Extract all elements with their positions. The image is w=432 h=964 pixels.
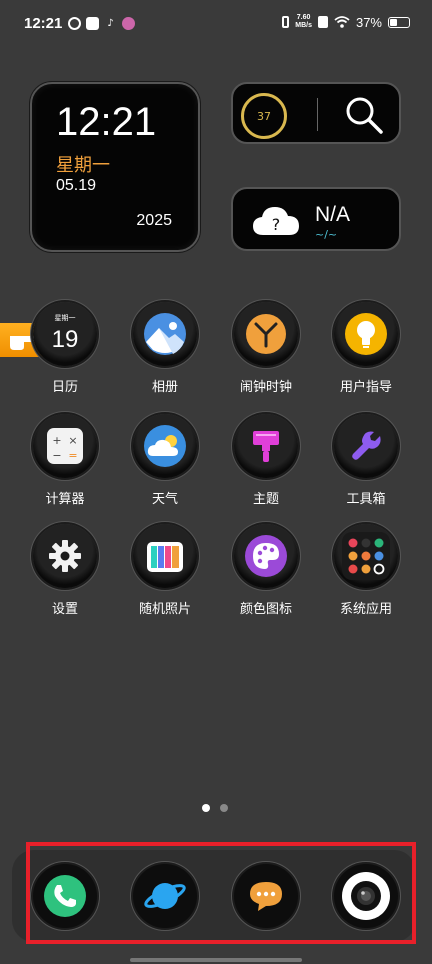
app-label: 计算器 bbox=[45, 492, 85, 507]
svg-text:×: × bbox=[68, 434, 77, 447]
store-icon bbox=[86, 17, 99, 30]
clock-widget[interactable]: 12:21 星期一 05.19 2025 bbox=[30, 82, 200, 252]
svg-text:=: = bbox=[68, 449, 77, 462]
app-settings[interactable]: 设置 bbox=[15, 524, 115, 617]
app-color-icons[interactable]: 颜色图标 bbox=[216, 524, 316, 617]
app-toolbox[interactable]: 工具箱 bbox=[316, 414, 416, 507]
gallery-icon bbox=[133, 302, 197, 366]
app-system-folder[interactable]: 系统应用 bbox=[316, 524, 416, 617]
battery-icon bbox=[388, 16, 410, 28]
app-calculator[interactable]: + × − = 计算器 bbox=[15, 414, 115, 507]
app-label: 设置 bbox=[51, 602, 78, 617]
divider bbox=[317, 98, 318, 131]
page-dot-1[interactable] bbox=[202, 804, 210, 812]
home-indicator[interactable] bbox=[130, 958, 302, 962]
app-label: 颜色图标 bbox=[239, 602, 292, 617]
lightbulb-icon bbox=[334, 302, 398, 366]
search-widget[interactable]: 37 bbox=[231, 82, 401, 144]
svg-text:−: − bbox=[52, 449, 61, 462]
notification-icons: ♪ bbox=[68, 17, 135, 30]
app-random-photos[interactable]: 随机照片 bbox=[115, 524, 215, 617]
vibrate-icon bbox=[282, 16, 290, 28]
weather-widget[interactable]: ? N/A ~/~ bbox=[231, 187, 401, 251]
app-label: 闹钟时钟 bbox=[239, 380, 292, 395]
app-label: 主题 bbox=[252, 492, 279, 507]
no-sim-icon bbox=[317, 16, 328, 28]
widget-time: 12:21 bbox=[56, 100, 157, 144]
app-user-guide[interactable]: 用户指导 bbox=[316, 302, 416, 395]
photo-stack-icon bbox=[133, 524, 197, 588]
page-indicator[interactable] bbox=[202, 804, 228, 812]
svg-text:?: ? bbox=[272, 215, 281, 234]
app-gallery[interactable]: 相册 bbox=[115, 302, 215, 395]
status-time: 12:21 bbox=[24, 15, 63, 32]
app-label: 用户指导 bbox=[339, 380, 392, 395]
wrench-icon bbox=[334, 414, 398, 478]
app-label: 相册 bbox=[151, 380, 178, 395]
cloud-icon: ? bbox=[253, 207, 299, 235]
weather-range: ~/~ bbox=[315, 228, 338, 241]
wifi-icon bbox=[334, 16, 350, 28]
app-clock[interactable]: 闹钟时钟 bbox=[216, 302, 316, 395]
app-themes[interactable]: 主题 bbox=[216, 414, 316, 507]
game-icon bbox=[122, 17, 135, 30]
gear-icon bbox=[33, 524, 97, 588]
battery-percent: 37% bbox=[355, 14, 382, 30]
folder-icon bbox=[334, 524, 398, 588]
alarm-clock-icon bbox=[234, 302, 298, 366]
app-label: 天气 bbox=[151, 492, 178, 507]
widget-year: 2025 bbox=[136, 212, 172, 229]
dock-highlight-box bbox=[26, 842, 416, 944]
network-speed: 7.60 MB/s bbox=[295, 14, 312, 29]
app-calendar[interactable]: 星期一 19 日历 bbox=[15, 302, 115, 395]
app-label: 随机照片 bbox=[138, 602, 191, 617]
calculator-icon: + × − = bbox=[33, 414, 97, 478]
widget-date: 05.19 bbox=[56, 177, 97, 194]
paint-brush-icon bbox=[234, 414, 298, 478]
status-right: 7.60 MB/s 37% bbox=[282, 14, 410, 30]
page-dot-2[interactable] bbox=[220, 804, 228, 812]
palette-icon bbox=[234, 524, 298, 588]
app-label: 系统应用 bbox=[339, 602, 392, 617]
widget-weekday: 星期一 bbox=[56, 155, 110, 176]
app-label: 工具箱 bbox=[346, 492, 386, 507]
weather-icon bbox=[133, 414, 197, 478]
svg-text:+: + bbox=[52, 434, 61, 447]
app-label: 日历 bbox=[51, 380, 78, 395]
weather-condition: N/A bbox=[315, 203, 351, 226]
tiktok-icon: ♪ bbox=[107, 18, 114, 29]
progress-ring: 37 bbox=[241, 93, 287, 139]
app-weather[interactable]: 天气 bbox=[115, 414, 215, 507]
search-icon[interactable] bbox=[343, 94, 385, 136]
link-icon bbox=[68, 17, 81, 30]
status-bar: 12:21 ♪ 7.60 MB/s 37% bbox=[0, 0, 432, 50]
calendar-icon: 星期一 19 bbox=[33, 302, 97, 366]
